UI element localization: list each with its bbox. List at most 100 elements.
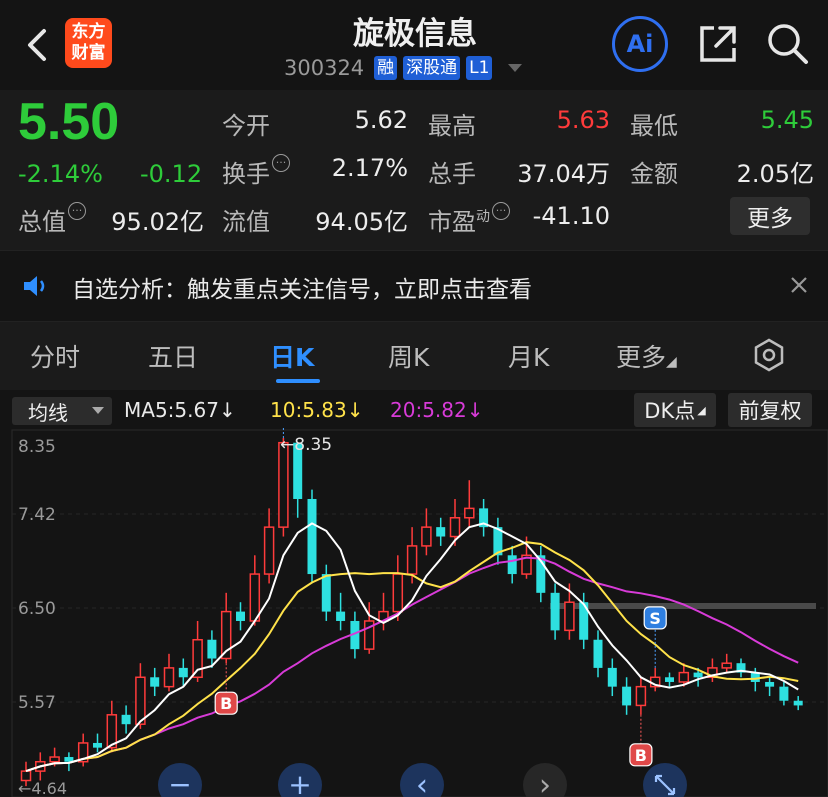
y-tick-label: 5.57	[18, 693, 56, 713]
candle	[793, 700, 803, 706]
candle	[163, 667, 175, 688]
back-arrow-icon[interactable]	[24, 28, 52, 62]
min-price-label: ←4.64	[18, 779, 67, 797]
signal-label: B	[220, 694, 232, 713]
high-label: 最高	[428, 112, 476, 140]
close-icon[interactable]	[788, 274, 810, 296]
ma20-value: 20:5.82↓	[390, 398, 484, 422]
candle	[249, 573, 261, 622]
candle	[178, 667, 188, 678]
candle	[49, 756, 60, 763]
volume-value: 37.04万	[517, 160, 610, 188]
svg-text:+: +	[288, 768, 311, 797]
ai-assistant-button[interactable]: Ai	[612, 16, 668, 72]
svg-text:›: ›	[539, 768, 551, 797]
turnover-label[interactable]: 换手 ···	[222, 154, 290, 189]
change-amount: -0.12	[140, 160, 203, 188]
market-cap-label[interactable]: 总值 ···	[18, 202, 86, 237]
indicator-select[interactable]: 均线	[12, 397, 112, 425]
candle	[765, 681, 775, 687]
pe-label[interactable]: 市盈动 ···	[428, 202, 510, 237]
high-value: 5.63	[556, 106, 610, 134]
candle	[550, 592, 560, 631]
tab-five-day[interactable]: 五日	[148, 338, 198, 374]
open-label: 今开	[222, 112, 270, 140]
candle	[678, 671, 690, 683]
info-icon: ···	[492, 202, 510, 220]
search-icon[interactable]	[764, 20, 810, 66]
candle	[421, 526, 432, 547]
candle	[392, 573, 404, 613]
low-label: 最低	[630, 112, 678, 140]
last-price: 5.50	[18, 93, 120, 151]
svg-text:‹: ‹	[416, 768, 428, 797]
market-cap-value: 95.02亿	[111, 208, 204, 236]
candle	[464, 507, 475, 519]
logo-line-2: 财富	[71, 43, 106, 63]
speaker-icon	[24, 276, 45, 296]
kline-chart[interactable]: BSBS 8.35 7.42 6.50 5.57 ←8.35 ←4.64 − +…	[0, 428, 828, 797]
candle	[607, 667, 617, 687]
candle	[406, 545, 418, 575]
tab-monthly-k[interactable]: 月K	[508, 338, 549, 374]
low-value: 5.45	[760, 106, 814, 134]
candle	[507, 555, 517, 575]
share-icon[interactable]	[696, 22, 740, 66]
open-value: 5.62	[354, 106, 408, 134]
amount-label: 金额	[630, 160, 678, 188]
ma5-value: MA5:5.67↓	[124, 398, 236, 422]
candle	[192, 638, 203, 679]
candle	[635, 685, 647, 707]
y-tick-label: 7.42	[18, 505, 56, 525]
candle	[449, 517, 461, 538]
banner-text: 自选分析：触发重点关注信号，立即点击查看	[72, 277, 532, 303]
candle	[236, 611, 245, 621]
ma10-value: 10:5.83↓	[270, 398, 364, 422]
app-logo: 东方 财富	[65, 18, 112, 68]
candle	[321, 574, 331, 612]
signal-label: S	[649, 609, 661, 628]
dk-point-button[interactable]: DK点 ◢	[634, 393, 716, 427]
signal-label: B	[635, 746, 647, 765]
candle	[93, 742, 102, 748]
info-icon: ···	[272, 154, 290, 172]
candle	[721, 662, 732, 669]
float-cap-value: 94.05亿	[315, 208, 408, 236]
info-icon: ···	[68, 202, 86, 220]
tab-more[interactable]: 更多◢	[616, 338, 677, 374]
candle	[436, 527, 446, 537]
dropdown-caret-icon[interactable]	[508, 64, 523, 72]
pe-value: -41.10	[532, 202, 610, 230]
max-price-label: ←8.35	[280, 435, 332, 455]
candle	[693, 672, 703, 678]
more-quote-button[interactable]: 更多	[730, 197, 810, 235]
svg-text:−: −	[168, 768, 191, 797]
change-percent: -2.14%	[18, 160, 103, 188]
price-adjust-button[interactable]: 前复权	[728, 393, 812, 427]
candle	[150, 677, 160, 687]
candle	[307, 498, 317, 575]
candle	[622, 686, 632, 706]
candle	[263, 526, 275, 575]
candle	[207, 639, 217, 659]
margin-tag: 融	[374, 56, 398, 80]
candle	[564, 601, 575, 632]
candle	[665, 677, 674, 682]
stock-code-row[interactable]: 300324 融 深股通 L1	[284, 55, 523, 81]
float-cap-label: 流值	[222, 208, 270, 236]
tab-weekly-k[interactable]: 周K	[388, 338, 429, 374]
active-tab-indicator	[276, 379, 320, 383]
candle	[336, 611, 346, 621]
candle	[779, 686, 789, 701]
tab-daily-k[interactable]: 日K	[270, 338, 314, 374]
turnover-value: 2.17%	[331, 154, 408, 182]
logo-line-1: 东方	[71, 22, 106, 42]
gear-icon[interactable]	[752, 338, 786, 372]
candle	[121, 714, 131, 725]
amount-value: 2.05亿	[736, 160, 814, 188]
connect-tag: 深股通	[403, 56, 461, 80]
stock-code: 300324	[284, 56, 365, 80]
y-tick-label: 8.35	[18, 437, 56, 457]
y-tick-label: 6.50	[18, 599, 56, 619]
tab-intraday[interactable]: 分时	[30, 338, 80, 374]
